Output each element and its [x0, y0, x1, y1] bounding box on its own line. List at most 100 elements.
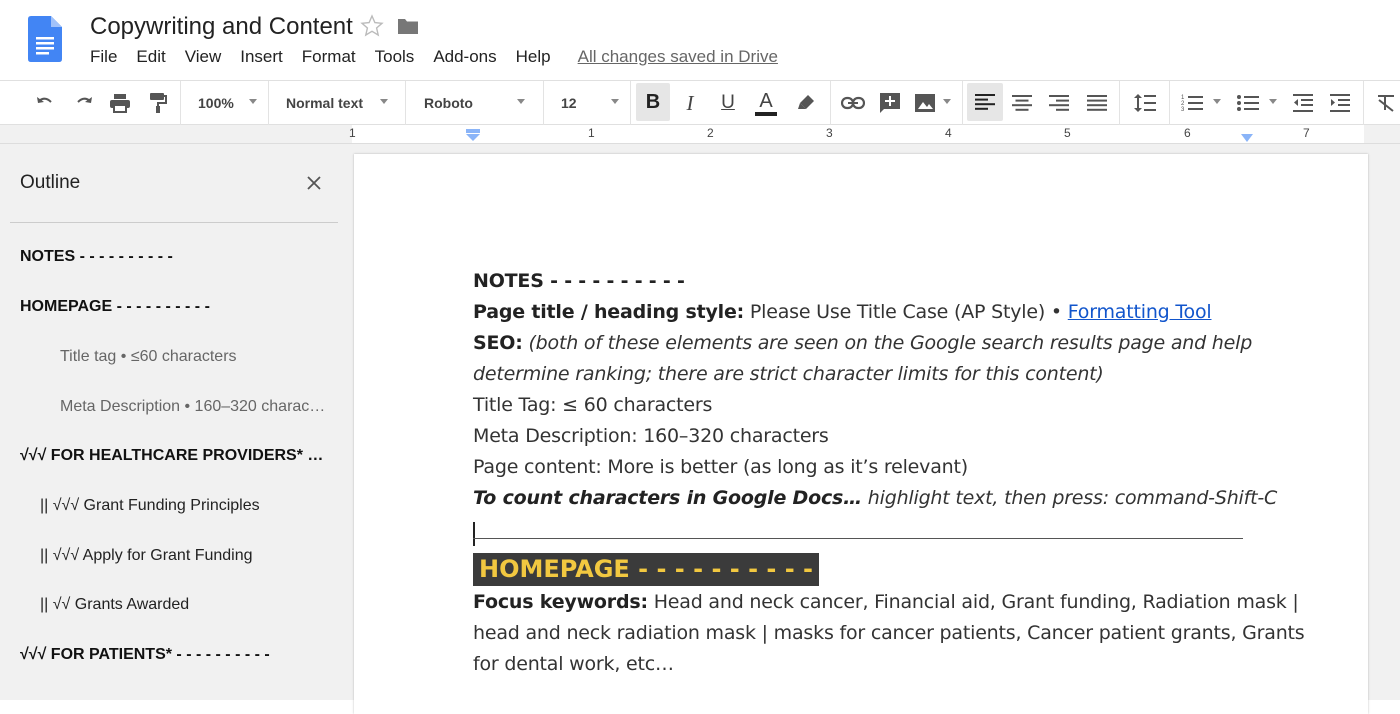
- image-icon[interactable]: [913, 89, 937, 117]
- toolbar-separator: [630, 81, 631, 125]
- align-right-button[interactable]: [1047, 89, 1071, 117]
- ruler-number: 1: [588, 126, 595, 140]
- outline-title: Outline: [20, 172, 81, 193]
- font-select[interactable]: Roboto: [424, 89, 524, 117]
- decrease-indent-icon[interactable]: [1291, 89, 1315, 117]
- toolbar-separator: [1363, 81, 1364, 125]
- chevron-down-icon: [249, 99, 257, 104]
- redo-icon[interactable]: [72, 89, 96, 117]
- seo-text: (both of these elements are seen on the …: [522, 332, 1253, 354]
- ruler-number: 5: [1064, 126, 1071, 140]
- bold-button[interactable]: B: [636, 83, 670, 121]
- menu-add-ons[interactable]: Add-ons: [433, 47, 496, 67]
- focus-keywords-continued: head and neck radiation mask | masks for…: [473, 622, 1305, 644]
- menu-format[interactable]: Format: [302, 47, 356, 67]
- count-text: highlight text, then press: command-Shif…: [861, 487, 1278, 509]
- line-spacing-icon[interactable]: [1132, 89, 1158, 117]
- text-color-button[interactable]: A: [752, 89, 780, 117]
- focus-keywords-text: Head and neck cancer, Financial aid, Gra…: [647, 591, 1299, 613]
- ruler-number: 2: [707, 126, 714, 140]
- outline-item[interactable]: Title tag • ≤60 characters: [60, 348, 330, 366]
- menu-bar: File Edit View Insert Format Tools Add-o…: [90, 47, 778, 67]
- text-color-label: A: [755, 90, 777, 116]
- justify-button[interactable]: [1085, 89, 1109, 117]
- ruler-number: 1: [349, 126, 356, 140]
- font-size-select[interactable]: 12: [561, 89, 601, 117]
- clear-formatting-icon[interactable]: [1374, 89, 1398, 117]
- text-cursor: [473, 522, 475, 546]
- numbered-list-icon[interactable]: 123: [1180, 89, 1204, 117]
- ruler-track: [352, 125, 1364, 143]
- notes-heading: NOTES - - - - - - - - - -: [473, 270, 685, 292]
- folder-icon[interactable]: [396, 14, 420, 43]
- toolbar: 100% Normal text Roboto 12 B I U A 1 2 3: [0, 80, 1400, 125]
- chevron-down-icon: [1269, 99, 1277, 104]
- seo-line: SEO: (both of these elements are seen on…: [473, 332, 1252, 354]
- ruler-number: 6: [1184, 126, 1191, 140]
- outline-item[interactable]: || √√ Grants Awarded: [40, 596, 330, 614]
- toolbar-separator: [543, 81, 544, 125]
- chevron-down-icon: [611, 99, 619, 104]
- title-bar: Copywriting and Content File Edit View I…: [0, 0, 1400, 80]
- paint-format-icon[interactable]: [146, 89, 170, 117]
- chevron-down-icon: [943, 99, 951, 104]
- count-characters-line: To count characters in Google Docs… high…: [473, 487, 1277, 509]
- underline-button[interactable]: U: [716, 89, 740, 117]
- close-icon[interactable]: [305, 174, 323, 192]
- chevron-down-icon: [380, 99, 388, 104]
- menu-edit[interactable]: Edit: [136, 47, 165, 67]
- count-label: To count characters in Google Docs…: [473, 487, 862, 509]
- outline-item[interactable]: √√√ FOR PATIENTS* - - - - - - - - - -: [20, 646, 330, 664]
- save-status[interactable]: All changes saved in Drive: [578, 47, 778, 67]
- print-icon[interactable]: [108, 89, 132, 117]
- page-title-line: Page title / heading style: Please Use T…: [473, 301, 1212, 323]
- ruler[interactable]: 1 1 2 3 4 5 6 7: [0, 125, 1400, 144]
- toolbar-separator: [1169, 81, 1170, 125]
- align-center-button[interactable]: [1010, 89, 1034, 117]
- highlight-icon[interactable]: [794, 89, 818, 117]
- align-left-button[interactable]: [967, 83, 1003, 121]
- focus-keywords-continued: for dental work, etc…: [473, 653, 674, 675]
- homepage-heading: HOMEPAGE - - - - - - - - - -: [473, 553, 819, 586]
- outline-item[interactable]: NOTES - - - - - - - - - -: [20, 248, 330, 266]
- italic-button[interactable]: I: [678, 89, 702, 117]
- menu-file[interactable]: File: [90, 47, 117, 67]
- toolbar-separator: [405, 81, 406, 125]
- docs-logo-icon[interactable]: [28, 16, 62, 62]
- menu-insert[interactable]: Insert: [240, 47, 283, 67]
- horizontal-rule: [473, 538, 1243, 539]
- toolbar-separator: [268, 81, 269, 125]
- document-page[interactable]: NOTES - - - - - - - - - - Page title / h…: [354, 154, 1368, 714]
- toolbar-separator: [830, 81, 831, 125]
- workspace: Outline NOTES - - - - - - - - - - HOMEPA…: [0, 144, 1400, 714]
- undo-icon[interactable]: [33, 89, 57, 117]
- toolbar-separator: [180, 81, 181, 125]
- ruler-number: 7: [1303, 126, 1310, 140]
- increase-indent-icon[interactable]: [1328, 89, 1352, 117]
- outline-item[interactable]: || √√√ Grant Funding Principles: [40, 497, 330, 515]
- ruler-number: 4: [945, 126, 952, 140]
- menu-tools[interactable]: Tools: [375, 47, 415, 67]
- menu-help[interactable]: Help: [516, 47, 551, 67]
- focus-keywords-line: Focus keywords: Head and neck cancer, Fi…: [473, 591, 1299, 613]
- menu-view[interactable]: View: [185, 47, 222, 67]
- star-icon[interactable]: [360, 14, 384, 43]
- seo-text-continued: determine ranking; there are strict char…: [473, 363, 1104, 385]
- toolbar-separator: [1119, 81, 1120, 125]
- outline-item[interactable]: Meta Description • 160–320 charac…: [60, 398, 330, 416]
- formatting-tool-link[interactable]: Formatting Tool: [1068, 301, 1212, 323]
- document-title[interactable]: Copywriting and Content: [90, 13, 353, 41]
- outline-item[interactable]: √√√ FOR HEALTHCARE PROVIDERS* …: [20, 447, 330, 465]
- page-title-text: Please Use Title Case (AP Style) •: [744, 301, 1068, 323]
- title-icons: [360, 14, 420, 43]
- page-content-line: Page content: More is better (as long as…: [473, 456, 968, 478]
- outline-item[interactable]: || √√√ Apply for Grant Funding: [40, 547, 330, 565]
- seo-label: SEO:: [473, 332, 523, 354]
- outline-item[interactable]: HOMEPAGE - - - - - - - - - -: [20, 298, 330, 316]
- bulleted-list-icon[interactable]: [1236, 89, 1260, 117]
- meta-description-line: Meta Description: 160–320 characters: [473, 425, 829, 447]
- focus-keywords-label: Focus keywords:: [473, 591, 648, 613]
- link-icon[interactable]: [840, 89, 866, 117]
- add-comment-icon[interactable]: [878, 89, 902, 117]
- svg-text:3: 3: [1181, 107, 1185, 112]
